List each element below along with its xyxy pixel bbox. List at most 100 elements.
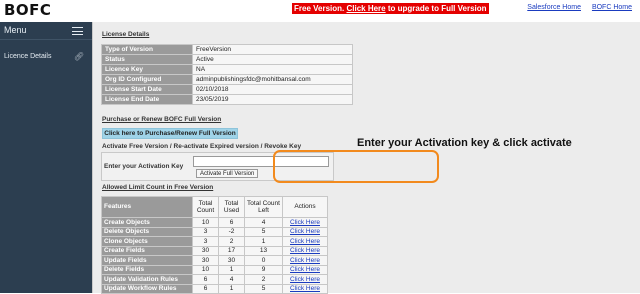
main-content: License Details Type of Version FreeVersi… (92, 22, 640, 294)
click-here-link[interactable]: Click Here (282, 264, 328, 275)
link-icon: 🔗︎ (73, 52, 84, 61)
feature-name-cell: Create Fields (101, 245, 193, 256)
license-key-label: License End Date (101, 94, 193, 105)
activate-full-version-button[interactable]: Activate Full Version (196, 169, 259, 178)
activation-key-label: Enter your Activation Key (104, 163, 184, 170)
total-used-cell: 1 (218, 264, 245, 275)
total-used-cell: 17 (218, 245, 245, 256)
total-count-cell: 6 (192, 283, 219, 294)
total-count-cell: 30 (192, 255, 219, 266)
salesforce-home-link[interactable]: Salesforce Home (527, 4, 581, 11)
column-header-total-used: Total Used (218, 196, 245, 218)
table-row: License Start Date 02/10/2018 (101, 84, 353, 95)
column-header-total-count-left: Total Count Left (244, 196, 283, 218)
table-row: Delete Objects 3 -2 5 Click Here (101, 226, 328, 237)
feature-name-cell: Update Validation Rules (101, 274, 193, 285)
total-count-cell: 30 (192, 245, 219, 256)
license-key-label: Status (101, 54, 193, 65)
table-row: License End Date 23/05/2019 (101, 94, 353, 105)
total-used-cell: 6 (218, 217, 245, 228)
license-value: Active (192, 54, 353, 65)
click-here-link[interactable]: Click Here (282, 255, 328, 266)
click-here-link[interactable]: Click Here (282, 274, 328, 285)
license-key-label: License Start Date (101, 84, 193, 95)
promo-prefix: Free Version. (294, 4, 345, 13)
license-value: NA (192, 64, 353, 75)
count-left-cell: 4 (244, 217, 283, 228)
top-links: Salesforce Home BOFC Home (518, 4, 632, 11)
license-value: FreeVersion (192, 44, 353, 55)
table-row: Create Objects 10 6 4 Click Here (101, 217, 328, 228)
upgrade-banner: Free Version. Click Here to upgrade to F… (292, 3, 489, 14)
license-section-title: License Details (102, 31, 150, 38)
table-row: Org ID Configured adminpublishingsfdc@moh… (101, 74, 353, 85)
column-header-actions: Actions (282, 196, 328, 218)
feature-name-cell: Clone Objects (101, 236, 193, 247)
feature-name-cell: Delete Objects (101, 226, 193, 237)
license-value: 02/10/2018 (192, 84, 353, 95)
feature-name-cell: Update Workflow Rules (101, 283, 193, 294)
count-left-cell: 5 (244, 283, 283, 294)
table-row: Type of Version FreeVersion (101, 44, 353, 55)
table-row: Create Fields 30 17 13 Click Here (101, 245, 328, 256)
license-key-label: Licence Key (101, 64, 193, 75)
total-count-cell: 10 (192, 217, 219, 228)
count-left-cell: 13 (244, 245, 283, 256)
table-row: Update Workflow Rules 6 1 5 Click Here (101, 283, 328, 294)
total-count-cell: 10 (192, 264, 219, 275)
sidebar-item-licence-details[interactable]: Licence Details 🔗︎ (4, 52, 88, 61)
total-count-cell: 3 (192, 226, 219, 237)
menu-title: Menu (4, 25, 27, 35)
table-header-row: Features Total Count Total Used Total Co… (101, 196, 328, 218)
click-here-link[interactable]: Click Here (282, 226, 328, 237)
column-header-features: Features (101, 196, 193, 218)
click-here-link[interactable]: Click Here (282, 283, 328, 294)
total-used-cell: 30 (218, 255, 245, 266)
table-row: Status Active (101, 54, 353, 65)
purchase-renew-button[interactable]: Click here to Purchase/Renew Full Versio… (102, 128, 238, 139)
feature-name-cell: Delete Fields (101, 264, 193, 275)
license-value: 23/05/2019 (192, 94, 353, 105)
sidebar-item-label: Licence Details (4, 53, 52, 60)
count-left-cell: 9 (244, 264, 283, 275)
count-left-cell: 1 (244, 236, 283, 247)
click-here-link[interactable]: Click Here (282, 217, 328, 228)
click-here-link[interactable]: Click Here (282, 236, 328, 247)
feature-name-cell: Create Objects (101, 217, 193, 228)
menu-header: Menu (0, 22, 92, 40)
click-here-link[interactable]: Click Here (282, 245, 328, 256)
limits-table: Features Total Count Total Used Total Co… (101, 196, 328, 294)
table-row: Delete Fields 10 1 9 Click Here (101, 264, 328, 275)
count-left-cell: 5 (244, 226, 283, 237)
limits-section-title: Allowed Limit Count in Free Version (102, 184, 214, 191)
sidebar: Menu Licence Details 🔗︎ (0, 22, 92, 293)
promo-suffix: to upgrade to Full Version (387, 4, 487, 13)
purchase-section-title: Purchase or Renew BOFC Full Version (102, 116, 222, 123)
license-details-table: Type of Version FreeVersion Status Active … (101, 44, 353, 105)
hamburger-menu-icon[interactable] (72, 27, 83, 35)
table-row: Licence Key NA (101, 64, 353, 75)
count-left-cell: 0 (244, 255, 283, 266)
top-bar: BOFC Free Version. Click Here to upgrade… (0, 0, 640, 20)
license-key-label: Type of Version (101, 44, 193, 55)
total-used-cell: 2 (218, 236, 245, 247)
total-used-cell: -2 (218, 226, 245, 237)
total-count-cell: 6 (192, 274, 219, 285)
bofc-home-link[interactable]: BOFC Home (592, 4, 632, 11)
count-left-cell: 2 (244, 274, 283, 285)
activation-highlight-outline (273, 150, 439, 183)
table-row: Clone Objects 3 2 1 Click Here (101, 236, 328, 247)
column-header-total-count: Total Count (192, 196, 219, 218)
total-count-cell: 3 (192, 236, 219, 247)
total-used-cell: 4 (218, 274, 245, 285)
activation-callout-text: Enter your Activation key & click activa… (357, 137, 572, 149)
total-used-cell: 1 (218, 283, 245, 294)
license-key-label: Org ID Configured (101, 74, 193, 85)
brand-logo: BOFC (4, 1, 52, 19)
table-row: Update Validation Rules 6 4 2 Click Here (101, 274, 328, 285)
license-value: adminpublishingsfdc@mohitbansal.com (192, 74, 353, 85)
upgrade-link[interactable]: Click Here (346, 4, 385, 13)
feature-name-cell: Update Fields (101, 255, 193, 266)
activation-section-title: Activate Free Version / Re-activate Expi… (102, 143, 302, 150)
table-row: Update Fields 30 30 0 Click Here (101, 255, 328, 266)
